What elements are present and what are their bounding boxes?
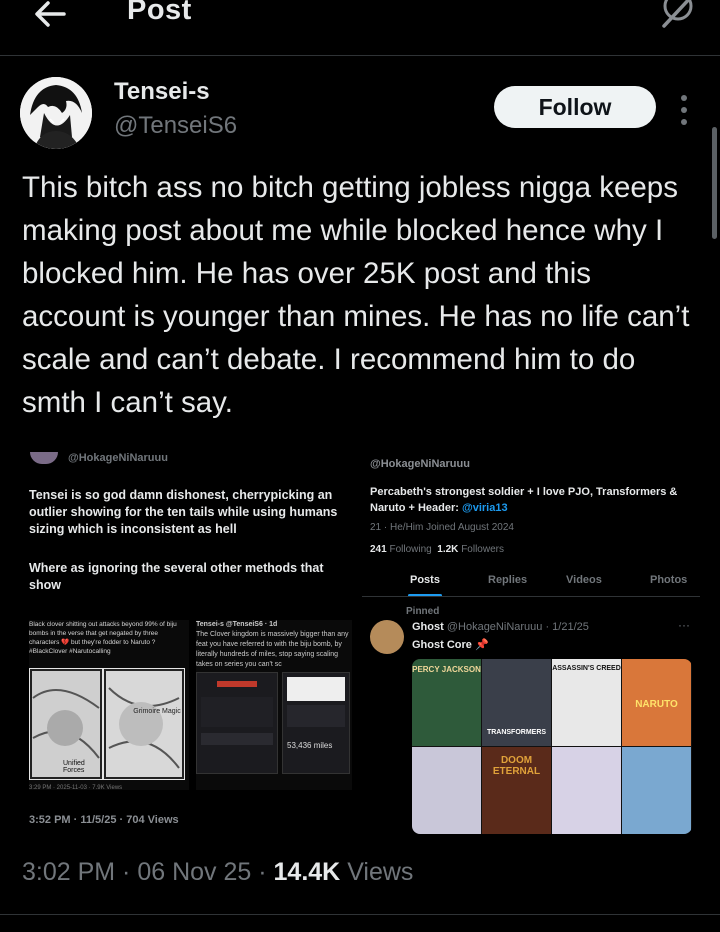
quoted-text-2: Where as ignoring the several other meth…	[29, 561, 324, 592]
post-views-label: Views	[347, 858, 414, 886]
quoted-meta: 3:52 PM · 11/5/25 · 704 Views	[29, 814, 179, 826]
profile-bio-link: @viria13	[462, 502, 508, 514]
quoted-handle: @HokageNiNaruuu	[68, 452, 168, 464]
post-meta: 3:02 PM · 06 Nov 25 · 14.4K Views	[22, 858, 414, 886]
header-divider	[0, 55, 720, 56]
manga-overlay-text: Grimoire Magic	[133, 708, 181, 715]
manga-label: Unified Forces	[63, 760, 85, 774]
pinned-author: Ghost @HokageNiNaruuu · 1/21/25	[412, 621, 589, 633]
pinned-avatar	[370, 620, 404, 654]
media-image-right[interactable]: @HokageNiNaruuu Percabeth's strongest so…	[362, 440, 700, 840]
pinned-label: Pinned	[406, 606, 440, 617]
profile-tabs: Posts Replies Videos Photos	[362, 566, 700, 597]
poster-grid: PERCY JACKSON TRANSFORMERS ASSASSIN'S CR…	[412, 659, 692, 834]
grok-icon[interactable]	[660, 0, 696, 32]
tab-replies: Replies	[488, 574, 528, 586]
followers-label: Followers	[461, 544, 504, 555]
post-date: 06 Nov 25	[137, 858, 252, 886]
profile-handle: @HokageNiNaruuu	[370, 458, 470, 470]
poster-naruto: NARUTO	[622, 659, 691, 746]
embedded-caption: Black clover shitting out attacks beyond…	[29, 621, 177, 655]
post-text: This bitch ass no bitch getting jobless …	[22, 171, 690, 419]
embedded-right-text: Tensei-s @TenseiS6 · 1d The Clover kingd…	[196, 620, 352, 670]
author-avatar[interactable]	[20, 77, 92, 149]
poster-transformers: TRANSFORMERS	[482, 659, 551, 746]
back-arrow-icon[interactable]	[30, 0, 70, 34]
footer-divider	[0, 914, 720, 915]
poster-title-4: NARUTO	[635, 699, 678, 710]
follow-button[interactable]: Follow	[494, 86, 656, 128]
poster-title-6: DOOM ETERNAL	[492, 755, 541, 777]
author-name[interactable]: Tensei-s	[114, 78, 210, 106]
poster-light-novel	[552, 747, 621, 834]
profile-bio-text: Percabeth's strongest soldier + I love P…	[370, 486, 678, 514]
manga-panel: Grimoire Magic Unified Forces	[29, 668, 185, 780]
embedded-right-body: The Clover kingdom is massively bigger t…	[196, 631, 349, 668]
embedded-post-right: Tensei-s @TenseiS6 · 1d The Clover kingd…	[196, 620, 352, 790]
embedded-screenshot-1	[196, 672, 278, 774]
tab-posts: Posts	[410, 574, 440, 586]
top-bar: Post	[0, 0, 720, 40]
following-label: Following	[389, 544, 432, 555]
followers-count: 1.2K	[437, 544, 459, 555]
miles-text: 53,436 miles	[287, 741, 333, 750]
profile-follow-counts: 241 Following 1.2K Followers	[370, 544, 504, 555]
profile-info: 21 · He/Him Joined August 2024	[370, 522, 514, 533]
embedded-screenshot-2: 53,436 miles	[282, 672, 350, 774]
following-count: 241	[370, 544, 387, 555]
poster-title-2: TRANSFORMERS	[486, 729, 547, 736]
poster-title-3: ASSASSIN'S CREED	[552, 665, 621, 672]
pinned-meta: @HokageNiNaruuu · 1/21/25	[446, 621, 589, 633]
quoted-avatar	[30, 452, 58, 464]
profile-bio: Percabeth's strongest soldier + I love P…	[370, 484, 695, 516]
poster-percy-jackson: PERCY JACKSON	[412, 659, 481, 746]
tabs-divider	[362, 596, 700, 597]
tab-videos: Videos	[566, 574, 602, 586]
page-title: Post	[127, 0, 192, 26]
poster-title-1: PERCY JACKSON	[412, 665, 481, 674]
pinned-name: Ghost	[412, 621, 444, 633]
tab-photos: Photos	[650, 574, 688, 586]
more-options-icon[interactable]	[676, 92, 692, 128]
quoted-text-1: Tensei is so god damn dishonest, cherryp…	[29, 488, 338, 536]
post-views-count[interactable]: 14.4K	[274, 858, 341, 886]
scrollbar-thumb[interactable]	[712, 127, 717, 239]
post-time: 3:02 PM	[22, 858, 116, 886]
media-image-left[interactable]: @HokageNiNaruuu Tensei is so god damn di…	[20, 440, 358, 840]
poster-anime-girl	[412, 747, 481, 834]
post-media[interactable]: @HokageNiNaruuu Tensei is so god damn di…	[20, 440, 700, 840]
poster-assassins-creed: ASSASSIN'S CREED	[552, 659, 621, 746]
author-handle[interactable]: @TenseiS6	[114, 112, 237, 140]
poster-manga	[622, 747, 691, 834]
embedded-foot: 3:29 PM · 2025-11-03 · 7.9K Views	[29, 785, 123, 791]
pinned-text: Ghost Core 📌	[412, 639, 489, 651]
poster-doom-eternal: DOOM ETERNAL	[482, 747, 551, 834]
embedded-post-left: Black clover shitting out attacks beyond…	[29, 620, 189, 791]
pinned-more-icon: ···	[678, 618, 690, 632]
embedded-right-handle: Tensei-s @TenseiS6 · 1d	[196, 621, 278, 628]
